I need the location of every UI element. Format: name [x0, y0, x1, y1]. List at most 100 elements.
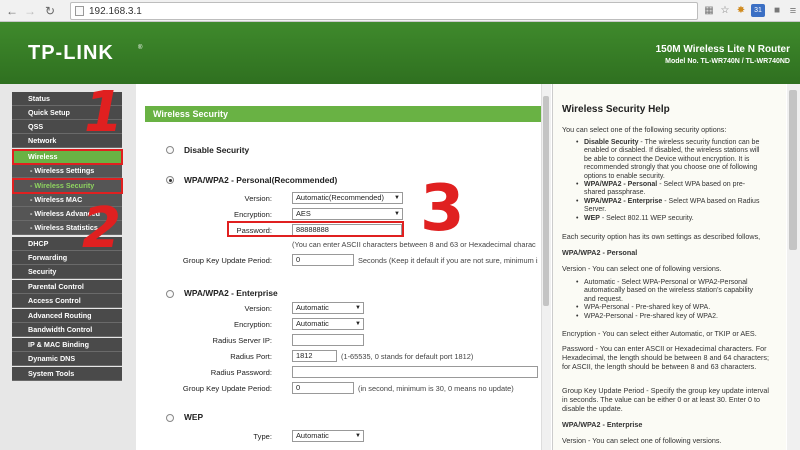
model-number: Model No. TL-WR740N / TL-WR740ND: [665, 58, 790, 65]
wep-radio[interactable]: [166, 414, 174, 422]
help-own-settings: Each security option has its own setting…: [562, 232, 761, 241]
chevron-down-icon: ▼: [394, 211, 400, 217]
chevron-down-icon: ▼: [355, 321, 361, 327]
disable-security-label: Disable Security: [184, 145, 250, 155]
browser-toolbar: ← → ↻ 192.168.3.1 ▦ ☆ ✸ 31 ■ ≡: [0, 0, 800, 22]
personal-gkup-note: Seconds (Keep it default if you are not …: [358, 256, 538, 265]
help-title: Wireless Security Help: [562, 104, 670, 115]
enterprise-encryption-select[interactable]: Automatic ▼: [292, 318, 364, 330]
calendar-extension-icon[interactable]: 31: [751, 4, 765, 17]
personal-encryption-select[interactable]: AES ▼: [292, 208, 403, 220]
sidebar-item-access-control[interactable]: Access Control: [12, 294, 122, 308]
chevron-down-icon: ▼: [355, 433, 361, 439]
page-action-icon[interactable]: ▦: [702, 4, 716, 18]
enterprise-encryption-value: Automatic: [296, 319, 329, 328]
wep-type-value: Automatic: [296, 431, 329, 440]
sidebar-item-advanced-routing[interactable]: Advanced Routing: [12, 309, 122, 323]
help-option-disable: Disable Security - The wireless security…: [576, 139, 766, 181]
radius-server-ip-label: Radius Server IP:: [212, 336, 272, 345]
enterprise-version-value: Automatic: [296, 303, 329, 312]
wpa-personal-radio[interactable]: [166, 176, 174, 184]
wpa-enterprise-label: WPA/WPA2 - Enterprise: [184, 288, 278, 298]
highlight-wireless-security: [12, 178, 123, 194]
help-option-name: WPA/WPA2 - Enterprise: [584, 198, 663, 205]
help-enterprise-heading: WPA/WPA2 - Enterprise: [562, 420, 643, 429]
back-icon[interactable]: ←: [4, 3, 20, 19]
personal-version-label: Version:: [244, 194, 272, 203]
help-version-wpa: WPA-Personal - Pre-shared key of WPA.: [576, 304, 766, 313]
trademark-icon: ®: [138, 45, 143, 51]
radius-port-label: Radius Port:: [230, 352, 272, 361]
highlight-wireless: [12, 149, 123, 165]
section-title: Wireless Security: [145, 106, 541, 122]
personal-version-value: Automatic(Recommended): [296, 193, 384, 202]
chevron-down-icon: ▼: [394, 195, 400, 201]
password-note: (You can enter ASCII characters between …: [292, 240, 536, 249]
enterprise-encryption-label: Encryption:: [234, 320, 272, 329]
radius-server-ip-input[interactable]: [292, 334, 364, 346]
enterprise-version-select[interactable]: Automatic ▼: [292, 302, 364, 314]
menu-icon[interactable]: ≡: [786, 4, 800, 18]
personal-gkup-input[interactable]: 0: [292, 254, 354, 266]
extension-icon[interactable]: ✸: [734, 4, 748, 18]
personal-encryption-label: Encryption:: [234, 210, 272, 219]
enterprise-gkup-label: Group Key Update Period:: [182, 384, 272, 393]
sidebar-item-parental-control[interactable]: Parental Control: [12, 280, 122, 294]
wpa-personal-label: WPA/WPA2 - Personal(Recommended): [184, 175, 338, 185]
help-gkup: Group Key Update Period - Specify the gr…: [562, 386, 769, 413]
help-version-automatic: Automatic - Select WPA-Personal or WPA2-…: [576, 279, 766, 304]
wpa-enterprise-radio[interactable]: [166, 290, 174, 298]
sidebar-item-wireless-settings[interactable]: - Wireless Settings: [12, 164, 122, 178]
help-version-wpa2: WPA2-Personal - Pre-shared key of WPA2.: [576, 313, 766, 322]
main-scrollbar-thumb[interactable]: [543, 96, 549, 306]
product-name: 150M Wireless Lite N Router: [655, 44, 790, 55]
wep-type-label: Type:: [253, 432, 272, 441]
help-option-text: - Select 802.11 WEP security.: [599, 215, 694, 222]
help-version-intro: Version - You can select one of followin…: [562, 264, 722, 273]
reload-icon[interactable]: ↻: [42, 3, 58, 19]
help-option-personal: WPA/WPA2 - Personal - Select WPA based o…: [576, 181, 766, 198]
help-option-name: WEP: [584, 215, 600, 222]
sidebar-item-system-tools[interactable]: System Tools: [12, 367, 122, 381]
tp-link-logo: TP-LINK: [28, 42, 114, 64]
sidebar-item-ip-mac-binding[interactable]: IP & MAC Binding: [12, 338, 122, 352]
help-scrollbar-thumb[interactable]: [789, 90, 797, 250]
sidebar-item-bandwidth-control[interactable]: Bandwidth Control: [12, 323, 122, 337]
radius-password-label: Radius Password:: [210, 368, 272, 377]
annotation-number-2: 2: [82, 196, 121, 261]
radius-port-input[interactable]: 1812: [292, 350, 337, 362]
chevron-down-icon: ▼: [355, 305, 361, 311]
wep-type-select[interactable]: Automatic ▼: [292, 430, 364, 442]
personal-version-select[interactable]: Automatic(Recommended) ▼: [292, 192, 403, 204]
annotation-number-1: 1: [84, 80, 123, 145]
extension-icon-2[interactable]: ■: [770, 4, 784, 18]
help-option-name: Disable Security: [584, 139, 639, 146]
url-text: 192.168.3.1: [89, 6, 142, 17]
enterprise-gkup-note: (in second, minimum is 30, 0 means no up…: [358, 384, 514, 393]
disable-security-radio[interactable]: [166, 146, 174, 154]
help-intro: You can select one of the following secu…: [562, 125, 727, 134]
enterprise-gkup-input[interactable]: 0: [292, 382, 354, 394]
help-password: Password - You can enter ASCII or Hexade…: [562, 344, 769, 371]
personal-gkup-label: Group Key Update Period:: [182, 256, 272, 265]
sidebar-item-security[interactable]: Security: [12, 265, 122, 279]
forward-icon[interactable]: →: [22, 3, 38, 19]
bookmark-star-icon[interactable]: ☆: [718, 4, 732, 18]
help-option-wep: WEP - Select 802.11 WEP security.: [576, 215, 766, 224]
radius-password-input[interactable]: [292, 366, 538, 378]
enterprise-version-label: Version:: [244, 304, 272, 313]
annotation-number-3: 3: [420, 172, 465, 246]
radius-port-note: (1-65535, 0 stands for default port 1812…: [341, 352, 474, 361]
wep-label: WEP: [184, 412, 204, 422]
main-content: [136, 84, 540, 450]
help-encryption: Encryption - You can select either Autom…: [562, 329, 757, 338]
help-option-name: WPA/WPA2 - Personal: [584, 181, 658, 188]
sidebar-item-dynamic-dns[interactable]: Dynamic DNS: [12, 352, 122, 366]
address-bar[interactable]: 192.168.3.1: [70, 2, 698, 20]
page-icon: [75, 6, 84, 16]
help-personal-heading: WPA/WPA2 - Personal: [562, 248, 638, 257]
help-option-enterprise: WPA/WPA2 - Enterprise - Select WPA based…: [576, 198, 766, 215]
personal-encryption-value: AES: [296, 209, 311, 218]
help-version-intro-2: Version - You can select one of followin…: [562, 436, 722, 445]
highlight-password: [227, 221, 404, 237]
